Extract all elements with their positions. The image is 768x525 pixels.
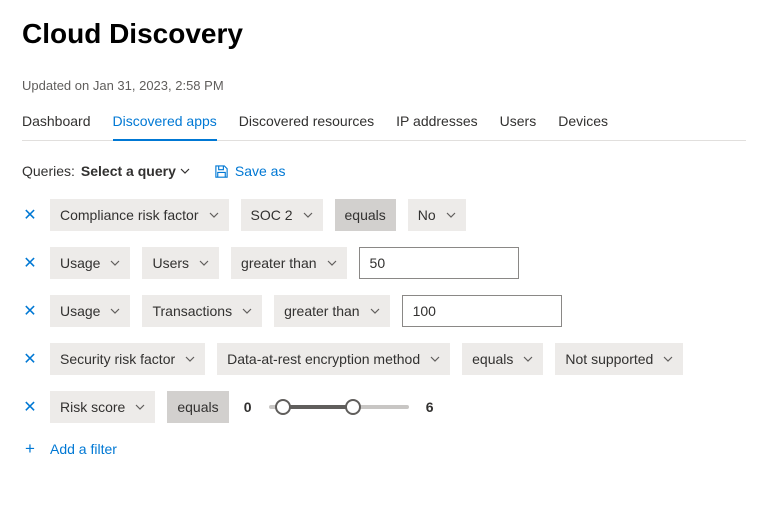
chevron-down-icon — [523, 354, 533, 364]
filter-operator-dropdown[interactable]: greater than — [274, 295, 390, 327]
filter-operator[interactable]: equals — [167, 391, 228, 423]
updated-timestamp: Updated on Jan 31, 2023, 2:58 PM — [22, 78, 746, 93]
filter-row: ✕ Usage Users greater than — [22, 247, 746, 279]
chevron-down-icon — [446, 210, 456, 220]
tab-devices[interactable]: Devices — [558, 107, 608, 141]
remove-filter-button[interactable]: ✕ — [22, 205, 38, 225]
filter-row: ✕ Compliance risk factor SOC 2 equals No — [22, 199, 746, 231]
add-filter-button[interactable]: + Add a filter — [22, 439, 746, 459]
chevron-down-icon — [663, 354, 673, 364]
tab-ip-addresses[interactable]: IP addresses — [396, 107, 477, 141]
chevron-down-icon — [303, 210, 313, 220]
remove-filter-button[interactable]: ✕ — [22, 301, 38, 321]
tab-discovered-apps[interactable]: Discovered apps — [113, 107, 217, 141]
chevron-down-icon — [180, 166, 190, 176]
filter-field-dropdown[interactable]: Compliance risk factor — [50, 199, 229, 231]
chevron-down-icon — [370, 306, 380, 316]
tab-dashboard[interactable]: Dashboard — [22, 107, 91, 141]
filter-operator[interactable]: equals — [335, 199, 396, 231]
plus-icon: + — [22, 439, 38, 459]
save-icon — [214, 164, 229, 179]
select-query-dropdown[interactable]: Select a query — [81, 163, 190, 179]
remove-filter-button[interactable]: ✕ — [22, 397, 38, 417]
tab-users[interactable]: Users — [500, 107, 537, 141]
filter-field-dropdown[interactable]: Risk score — [50, 391, 155, 423]
remove-filter-button[interactable]: ✕ — [22, 349, 38, 369]
filter-operator-dropdown[interactable]: equals — [462, 343, 543, 375]
filter-value-dropdown[interactable]: Not supported — [555, 343, 683, 375]
filter-subfield-dropdown[interactable]: Users — [142, 247, 219, 279]
chevron-down-icon — [135, 402, 145, 412]
filter-value-input[interactable] — [359, 247, 519, 279]
queries-label: Queries: — [22, 163, 75, 179]
filter-operator-dropdown[interactable]: greater than — [231, 247, 347, 279]
chevron-down-icon — [185, 354, 195, 364]
tab-discovered-resources[interactable]: Discovered resources — [239, 107, 374, 141]
filter-field-dropdown[interactable]: Usage — [50, 295, 130, 327]
filter-row: ✕ Security risk factor Data-at-rest encryp… — [22, 343, 746, 375]
tab-bar: Dashboard Discovered apps Discovered resou… — [22, 107, 746, 141]
filter-row: ✕ Usage Transactions greater than — [22, 295, 746, 327]
chevron-down-icon — [110, 258, 120, 268]
chevron-down-icon — [327, 258, 337, 268]
remove-filter-button[interactable]: ✕ — [22, 253, 38, 273]
filter-field-dropdown[interactable]: Usage — [50, 247, 130, 279]
chevron-down-icon — [110, 306, 120, 316]
filter-value-dropdown[interactable]: No — [408, 199, 466, 231]
slider-thumb-min[interactable] — [275, 399, 291, 415]
filter-field-dropdown[interactable]: Security risk factor — [50, 343, 205, 375]
filter-subfield-dropdown[interactable]: Data-at-rest encryption method — [217, 343, 450, 375]
chevron-down-icon — [199, 258, 209, 268]
filter-value-input[interactable] — [402, 295, 562, 327]
filter-subfield-dropdown[interactable]: SOC 2 — [241, 199, 323, 231]
chevron-down-icon — [242, 306, 252, 316]
filter-subfield-dropdown[interactable]: Transactions — [142, 295, 262, 327]
risk-score-slider[interactable]: 06 — [241, 399, 437, 415]
save-as-button[interactable]: Save as — [214, 163, 286, 179]
chevron-down-icon — [209, 210, 219, 220]
page-title: Cloud Discovery — [22, 18, 746, 50]
slider-thumb-max[interactable] — [345, 399, 361, 415]
filter-row: ✕ Risk score equals 06 — [22, 391, 746, 423]
chevron-down-icon — [430, 354, 440, 364]
